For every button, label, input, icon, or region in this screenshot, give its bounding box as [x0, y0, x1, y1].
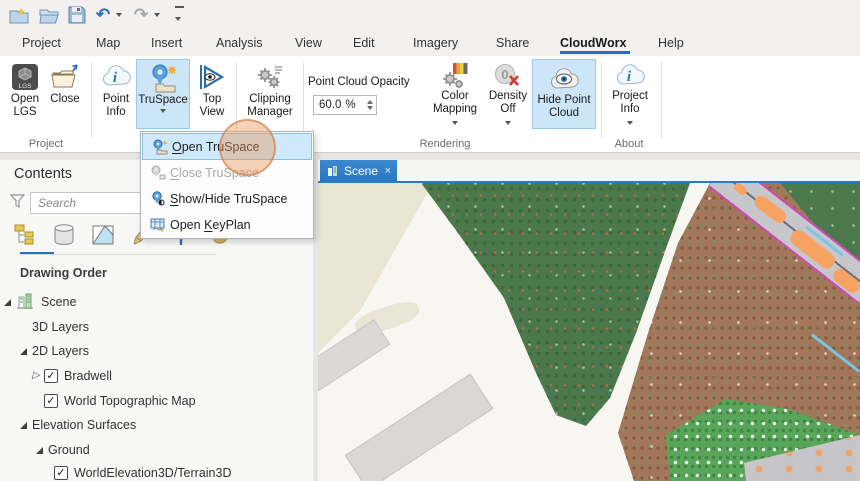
expander-expanded-icon[interactable]	[4, 299, 11, 306]
scene-tab-label: Scene	[344, 164, 378, 178]
scene-view: Scene ×	[318, 160, 860, 481]
tree-item-scene[interactable]: Scene	[0, 292, 313, 314]
group-label-rendering: Rendering	[380, 138, 510, 150]
building-footprint-2	[345, 374, 494, 481]
point-cloud-opacity-label: Point Cloud Opacity	[308, 76, 424, 88]
road-marking	[732, 183, 748, 197]
tab-project[interactable]: Project	[22, 30, 61, 56]
drawing-order-heading: Drawing Order	[20, 266, 107, 280]
svg-text:LGS: LGS	[18, 83, 32, 90]
truspace-dropdown-chevron-icon	[160, 109, 166, 113]
group-separator	[661, 62, 662, 138]
color-mapping-dropdown-icon	[452, 121, 458, 125]
layer-checkbox[interactable]: ✓	[54, 466, 68, 480]
expander-expanded-icon[interactable]	[20, 348, 27, 355]
top-view-button[interactable]: TopView	[193, 59, 231, 129]
truspace-button[interactable]: TruSpace	[136, 59, 190, 129]
close-folder-icon	[50, 61, 80, 93]
tree-item-ground[interactable]: Ground	[0, 440, 313, 462]
scene-view-tab[interactable]: Scene ×	[320, 160, 397, 181]
group-label-project: Project	[6, 138, 86, 150]
redo-button[interactable]: ↷	[130, 4, 152, 26]
view-tab-strip: Scene ×	[318, 160, 860, 183]
open-lgs-button[interactable]: LGS OpenLGS	[6, 59, 44, 129]
scene-tab-icon	[327, 165, 339, 177]
tab-help[interactable]: Help	[658, 30, 684, 56]
tab-map[interactable]: Map	[96, 30, 120, 56]
open-lgs-icon: LGS	[10, 61, 40, 93]
svg-text:0: 0	[501, 67, 508, 82]
project-info-icon: i	[615, 61, 645, 90]
point-info-button[interactable]: i PointInfo	[96, 59, 136, 129]
hide-point-cloud-icon	[548, 62, 580, 94]
hide-point-cloud-button[interactable]: Hide PointCloud	[532, 59, 596, 129]
tab-data-sources[interactable]	[51, 222, 77, 248]
color-mapping-button[interactable]: ColorMapping	[429, 59, 481, 129]
save-icon[interactable]	[66, 4, 88, 26]
active-tab-underline	[560, 51, 630, 54]
layer-checkbox[interactable]: ✓	[44, 369, 58, 383]
open-truspace-icon	[148, 139, 172, 155]
top-view-icon	[197, 61, 227, 93]
filter-icon[interactable]	[10, 194, 25, 211]
tab-share[interactable]: Share	[496, 30, 529, 56]
new-project-icon[interactable]	[8, 4, 30, 26]
layer-checkbox[interactable]: ✓	[44, 394, 58, 408]
menu-item-open-keyplan[interactable]: Open KeyPlan	[141, 212, 313, 238]
project-info-dropdown-icon	[627, 121, 633, 125]
close-button[interactable]: Close	[46, 59, 84, 129]
opacity-unit: %	[345, 99, 355, 111]
pane-tab-divider	[20, 254, 216, 255]
expander-collapsed-icon[interactable]: ▷	[32, 370, 40, 381]
expander-expanded-icon[interactable]	[36, 447, 43, 454]
group-separator	[601, 62, 602, 138]
ribbon-tab-bar: Project Map Insert Analysis View Edit Im…	[0, 30, 860, 56]
group-separator	[91, 62, 92, 138]
density-dropdown-icon	[505, 121, 511, 125]
pane-title: Contents	[14, 166, 72, 182]
close-tab-icon[interactable]: ×	[385, 165, 391, 177]
tab-edit[interactable]: Edit	[353, 30, 375, 56]
truspace-icon	[147, 62, 179, 94]
ribbon-toolbar: LGS OpenLGS Close i PointInfo TruSpace T…	[0, 56, 860, 153]
spinner-arrows[interactable]	[367, 100, 373, 110]
quick-access-toolbar: ↶ ↷	[0, 0, 860, 30]
tree-item-bradwell[interactable]: ▷ ✓ Bradwell	[0, 366, 313, 388]
scene-icon	[16, 293, 34, 313]
tree-item-worldelevation3d[interactable]: ✓ WorldElevation3D/Terrain3D	[0, 463, 313, 481]
tab-imagery[interactable]: Imagery	[413, 30, 458, 56]
density-off-icon: 0	[493, 61, 523, 90]
group-label-about: About	[598, 138, 660, 150]
color-mapping-icon	[441, 61, 469, 90]
point-info-icon: i	[101, 61, 131, 93]
tab-analysis[interactable]: Analysis	[216, 30, 263, 56]
close-truspace-icon	[146, 165, 170, 181]
customize-toolbar-icon[interactable]	[168, 4, 190, 26]
open-keyplan-icon	[146, 217, 170, 233]
tab-insert[interactable]: Insert	[151, 30, 182, 56]
scene-canvas[interactable]	[318, 183, 860, 481]
show-hide-truspace-icon	[146, 191, 170, 207]
clipping-manager-icon	[256, 61, 284, 93]
opacity-spinner[interactable]: 60.0 %	[313, 95, 377, 115]
project-info-button[interactable]: i ProjectInfo	[606, 59, 654, 129]
expander-expanded-icon[interactable]	[20, 422, 27, 429]
click-highlight-cursor	[219, 119, 276, 176]
tree-item-3d-layers[interactable]: 3D Layers	[0, 317, 313, 339]
tab-visibility[interactable]	[90, 222, 116, 248]
group-separator	[303, 62, 304, 138]
undo-dropdown-icon[interactable]	[113, 4, 125, 26]
redo-dropdown-icon[interactable]	[151, 4, 163, 26]
tree-item-elevation-surfaces[interactable]: Elevation Surfaces	[0, 415, 313, 437]
tree-item-2d-layers[interactable]: 2D Layers	[0, 341, 313, 363]
opacity-value: 60.0	[319, 99, 341, 111]
menu-item-show-hide-truspace[interactable]: Show/Hide TruSpace	[141, 186, 313, 212]
tab-view[interactable]: View	[295, 30, 322, 56]
open-project-icon[interactable]	[38, 4, 60, 26]
tab-drawing-order[interactable]	[12, 222, 38, 248]
undo-button[interactable]: ↶	[92, 4, 114, 26]
density-off-button[interactable]: 0 DensityOff	[484, 59, 532, 129]
tree-item-world-topographic-map[interactable]: ✓ World Topographic Map	[0, 391, 313, 413]
